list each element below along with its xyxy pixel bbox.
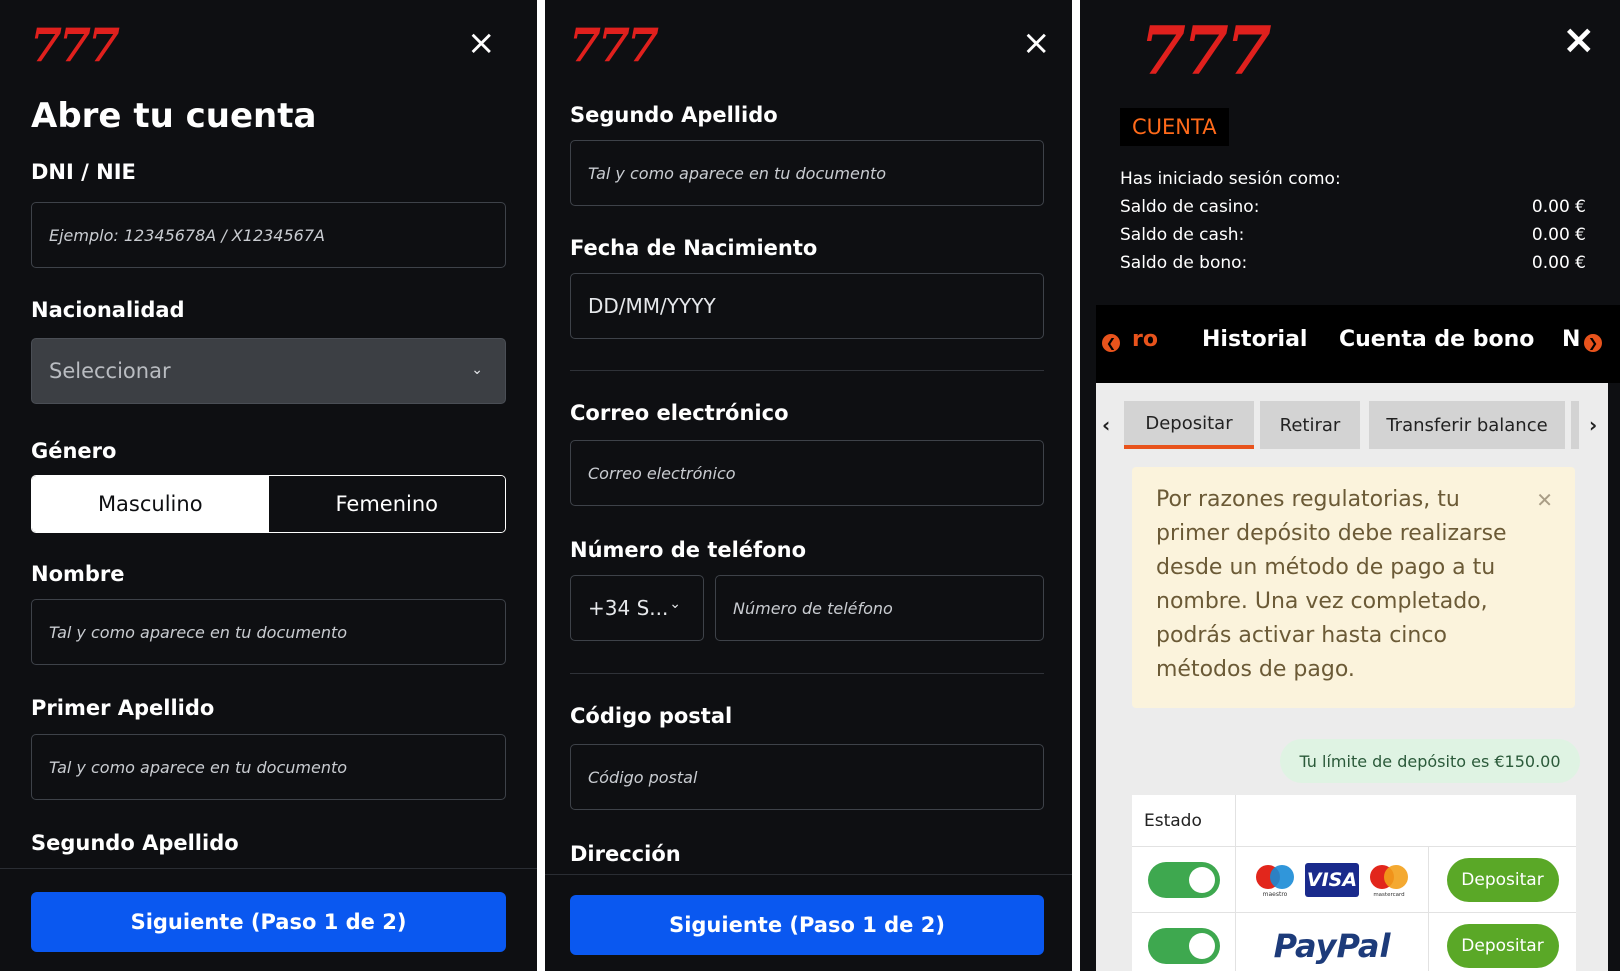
visa-logo-text: VISA <box>1306 868 1358 891</box>
regulatory-notice: Por razones regulatorias, tu primer depó… <box>1132 467 1575 708</box>
maestro-icon: maestro <box>1256 864 1294 898</box>
logged-in-row: Has iniciado sesión como: <box>1120 169 1586 189</box>
balance-value: 0.00 € <box>1531 253 1586 273</box>
genero-label: Género <box>31 439 117 463</box>
registration-panel-step1-scrolled: 777 × Segundo Apellido Tal y como aparec… <box>545 0 1072 971</box>
chevron-down-icon: ⌄ <box>669 596 681 612</box>
section-divider <box>570 673 1044 674</box>
logged-in-label: Has iniciado sesión como: <box>1120 169 1341 189</box>
nacionalidad-value: Seleccionar <box>49 359 171 383</box>
chevron-right-icon[interactable]: › <box>1589 413 1597 437</box>
chevron-right-icon[interactable]: ❯ <box>1584 334 1602 352</box>
genero-toggle: Masculino Femenino <box>31 475 506 533</box>
account-panel: 777 × CUENTA Has iniciado sesión como: S… <box>1080 0 1620 971</box>
nacionalidad-label: Nacionalidad <box>31 298 185 322</box>
segundo-apellido-label: Segundo Apellido <box>31 831 239 855</box>
tab-retirar[interactable]: Retirar <box>1260 401 1360 449</box>
deposit-content: ‹ Depositar Retirar Transferir balance ›… <box>1096 383 1608 971</box>
primer-apellido-label: Primer Apellido <box>31 696 215 720</box>
method-toggle[interactable] <box>1147 928 1220 964</box>
country-code-value: +34 S... <box>588 596 669 620</box>
nav-item-historial[interactable]: Historial <box>1202 327 1307 352</box>
country-code-select[interactable]: +34 S... ⌄ <box>570 575 704 641</box>
card-logos-cell: maestro VISA mastercard <box>1236 847 1429 912</box>
page-title: Abre tu cuenta <box>31 96 317 136</box>
nacionalidad-select[interactable]: Seleccionar ⌄ <box>31 338 506 404</box>
mastercard-icon: mastercard <box>1370 864 1408 898</box>
segundo-apellido-input[interactable]: Tal y como aparece en tu documento <box>570 140 1044 206</box>
correo-label: Correo electrónico <box>570 401 789 425</box>
paypal-logo-cell: PayPal <box>1236 913 1429 971</box>
account-nav: ❮ ro Historial Cuenta de bono N ❯ <box>1096 305 1620 383</box>
genero-option-masculino[interactable]: Masculino <box>32 476 269 532</box>
dni-label: DNI / NIE <box>31 160 136 184</box>
balance-row: Saldo de cash: 0.00 € <box>1120 225 1586 245</box>
chevron-down-icon: ⌄ <box>471 362 483 379</box>
brand-logo: 777 <box>569 18 659 72</box>
registration-panel-step1: 777 × Abre tu cuenta DNI / NIE Ejemplo: … <box>0 0 537 971</box>
balance-label: Saldo de cash: <box>1120 225 1245 245</box>
notice-text: Por razones regulatorias, tu primer depó… <box>1156 487 1507 682</box>
telefono-input[interactable]: Número de teléfono <box>715 575 1044 641</box>
next-step-button[interactable]: Siguiente (Paso 1 de 2) <box>31 892 506 952</box>
action-cell: Depositar <box>1429 913 1576 971</box>
deposit-button[interactable]: Depositar <box>1446 924 1559 968</box>
segundo-apellido-label: Segundo Apellido <box>570 103 778 127</box>
balance-value: 0.00 € <box>1531 197 1586 217</box>
form-footer: Siguiente (Paso 1 de 2) <box>545 874 1072 971</box>
table-header-cell-empty <box>1236 795 1576 846</box>
nombre-label: Nombre <box>31 562 125 586</box>
primer-apellido-input[interactable]: Tal y como aparece en tu documento <box>31 734 506 800</box>
deposit-limit-badge: Tu límite de depósito es €150.00 <box>1280 739 1580 783</box>
close-icon[interactable]: ✕ <box>1536 483 1553 517</box>
correo-input[interactable]: Correo electrónico <box>570 440 1044 506</box>
maestro-logo-text: maestro <box>1263 891 1288 898</box>
brand-logo: 777 <box>30 18 120 72</box>
genero-option-femenino[interactable]: Femenino <box>268 476 505 532</box>
status-cell <box>1132 913 1236 971</box>
tab-partial[interactable] <box>1571 401 1579 449</box>
balance-value: 0.00 € <box>1531 225 1586 245</box>
fecha-nacimiento-input[interactable]: DD/MM/YYYY <box>570 273 1044 339</box>
chevron-left-icon[interactable]: ‹ <box>1102 413 1110 437</box>
section-divider <box>570 370 1044 371</box>
action-cell: Depositar <box>1429 847 1576 912</box>
dni-input[interactable]: Ejemplo: 12345678A / X1234567A <box>31 202 506 268</box>
fecha-nacimiento-label: Fecha de Nacimiento <box>570 236 818 260</box>
deposit-button[interactable]: Depositar <box>1446 857 1559 902</box>
mastercard-logo-text: mastercard <box>1373 892 1404 898</box>
close-icon[interactable]: × <box>1562 20 1596 60</box>
method-toggle[interactable] <box>1147 861 1220 898</box>
balance-label: Saldo de bono: <box>1120 253 1248 273</box>
balance-row: Saldo de bono: 0.00 € <box>1120 253 1586 273</box>
balance-label: Saldo de casino: <box>1120 197 1260 217</box>
table-row: PayPal Depositar <box>1132 913 1576 971</box>
status-cell <box>1132 847 1236 912</box>
telefono-label: Número de teléfono <box>570 538 806 562</box>
nav-item-partial-left[interactable]: ro <box>1132 327 1158 352</box>
visa-icon: VISA <box>1305 862 1359 897</box>
next-step-button[interactable]: Siguiente (Paso 1 de 2) <box>570 895 1044 955</box>
direccion-label: Dirección <box>570 842 681 866</box>
close-icon[interactable]: × <box>1022 26 1051 60</box>
form-footer: Siguiente (Paso 1 de 2) <box>0 868 537 971</box>
table-row: maestro VISA mastercard Depositar <box>1132 847 1576 913</box>
close-icon[interactable]: × <box>467 26 496 60</box>
nombre-input[interactable]: Tal y como aparece en tu documento <box>31 599 506 665</box>
nav-item-partial-right[interactable]: N <box>1562 327 1580 352</box>
payment-methods-table: Estado maestro VISA mastercard Depositar… <box>1132 795 1576 971</box>
chevron-left-icon[interactable]: ❮ <box>1102 334 1120 352</box>
codigo-postal-input[interactable]: Código postal <box>570 744 1044 810</box>
codigo-postal-label: Código postal <box>570 704 733 728</box>
table-header-cell: Estado <box>1132 795 1236 846</box>
nav-item-cuenta-de-bono[interactable]: Cuenta de bono <box>1339 327 1534 352</box>
paypal-icon: PayPal <box>1273 927 1391 965</box>
tab-depositar[interactable]: Depositar <box>1124 401 1254 449</box>
tab-transferir-balance[interactable]: Transferir balance <box>1369 401 1565 449</box>
brand-logo: 777 <box>1140 12 1272 90</box>
table-header: Estado <box>1132 795 1576 847</box>
account-badge: CUENTA <box>1120 108 1229 146</box>
balance-row: Saldo de casino: 0.00 € <box>1120 197 1586 217</box>
